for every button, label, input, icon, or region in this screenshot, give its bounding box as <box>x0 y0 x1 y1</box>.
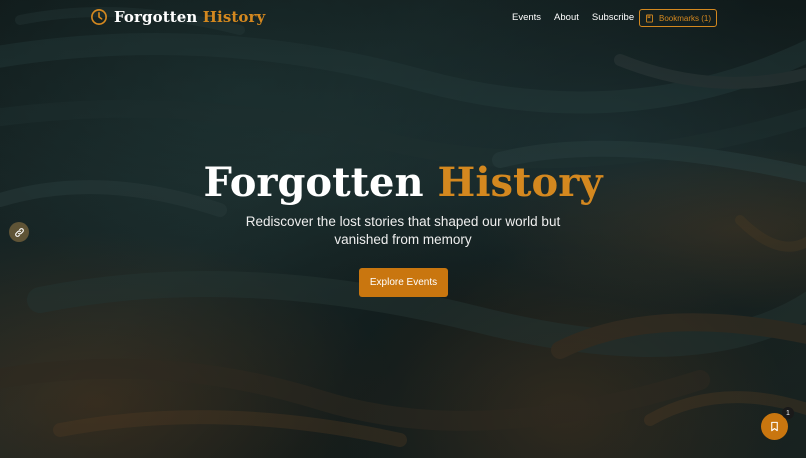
page: Forgotten History Events About Subscribe… <box>0 0 806 458</box>
brand-logo[interactable]: Forgotten History <box>90 8 265 26</box>
nav-link-events[interactable]: Events <box>512 12 541 23</box>
bookmarks-label: Bookmarks (1) <box>658 13 711 23</box>
hero-title: Forgotten History <box>0 158 806 208</box>
bookmarks-button[interactable]: Bookmarks (1) <box>639 9 717 27</box>
hero-title-word-1: Forgotten <box>203 159 424 206</box>
hero-title-word-2: History <box>437 159 603 206</box>
explore-events-button[interactable]: Explore Events <box>359 268 448 297</box>
link-icon <box>14 227 24 237</box>
bookmark-icon <box>771 421 778 432</box>
brand-word-2: History <box>202 8 266 26</box>
book-icon <box>646 13 653 23</box>
brand-word-1: Forgotten <box>114 8 198 26</box>
brand-name: Forgotten History <box>114 8 265 26</box>
nav-link-subscribe[interactable]: Subscribe <box>592 12 634 23</box>
nav-links: Events About Subscribe <box>512 12 647 23</box>
bookmark-count-badge: 1 <box>782 407 794 419</box>
nav-link-about[interactable]: About <box>554 12 579 23</box>
share-link-button[interactable] <box>9 222 29 242</box>
top-nav: Forgotten History Events About Subscribe… <box>0 0 806 36</box>
clock-icon <box>91 9 107 25</box>
hero-subtitle: Rediscover the lost stories that shaped … <box>245 214 561 247</box>
